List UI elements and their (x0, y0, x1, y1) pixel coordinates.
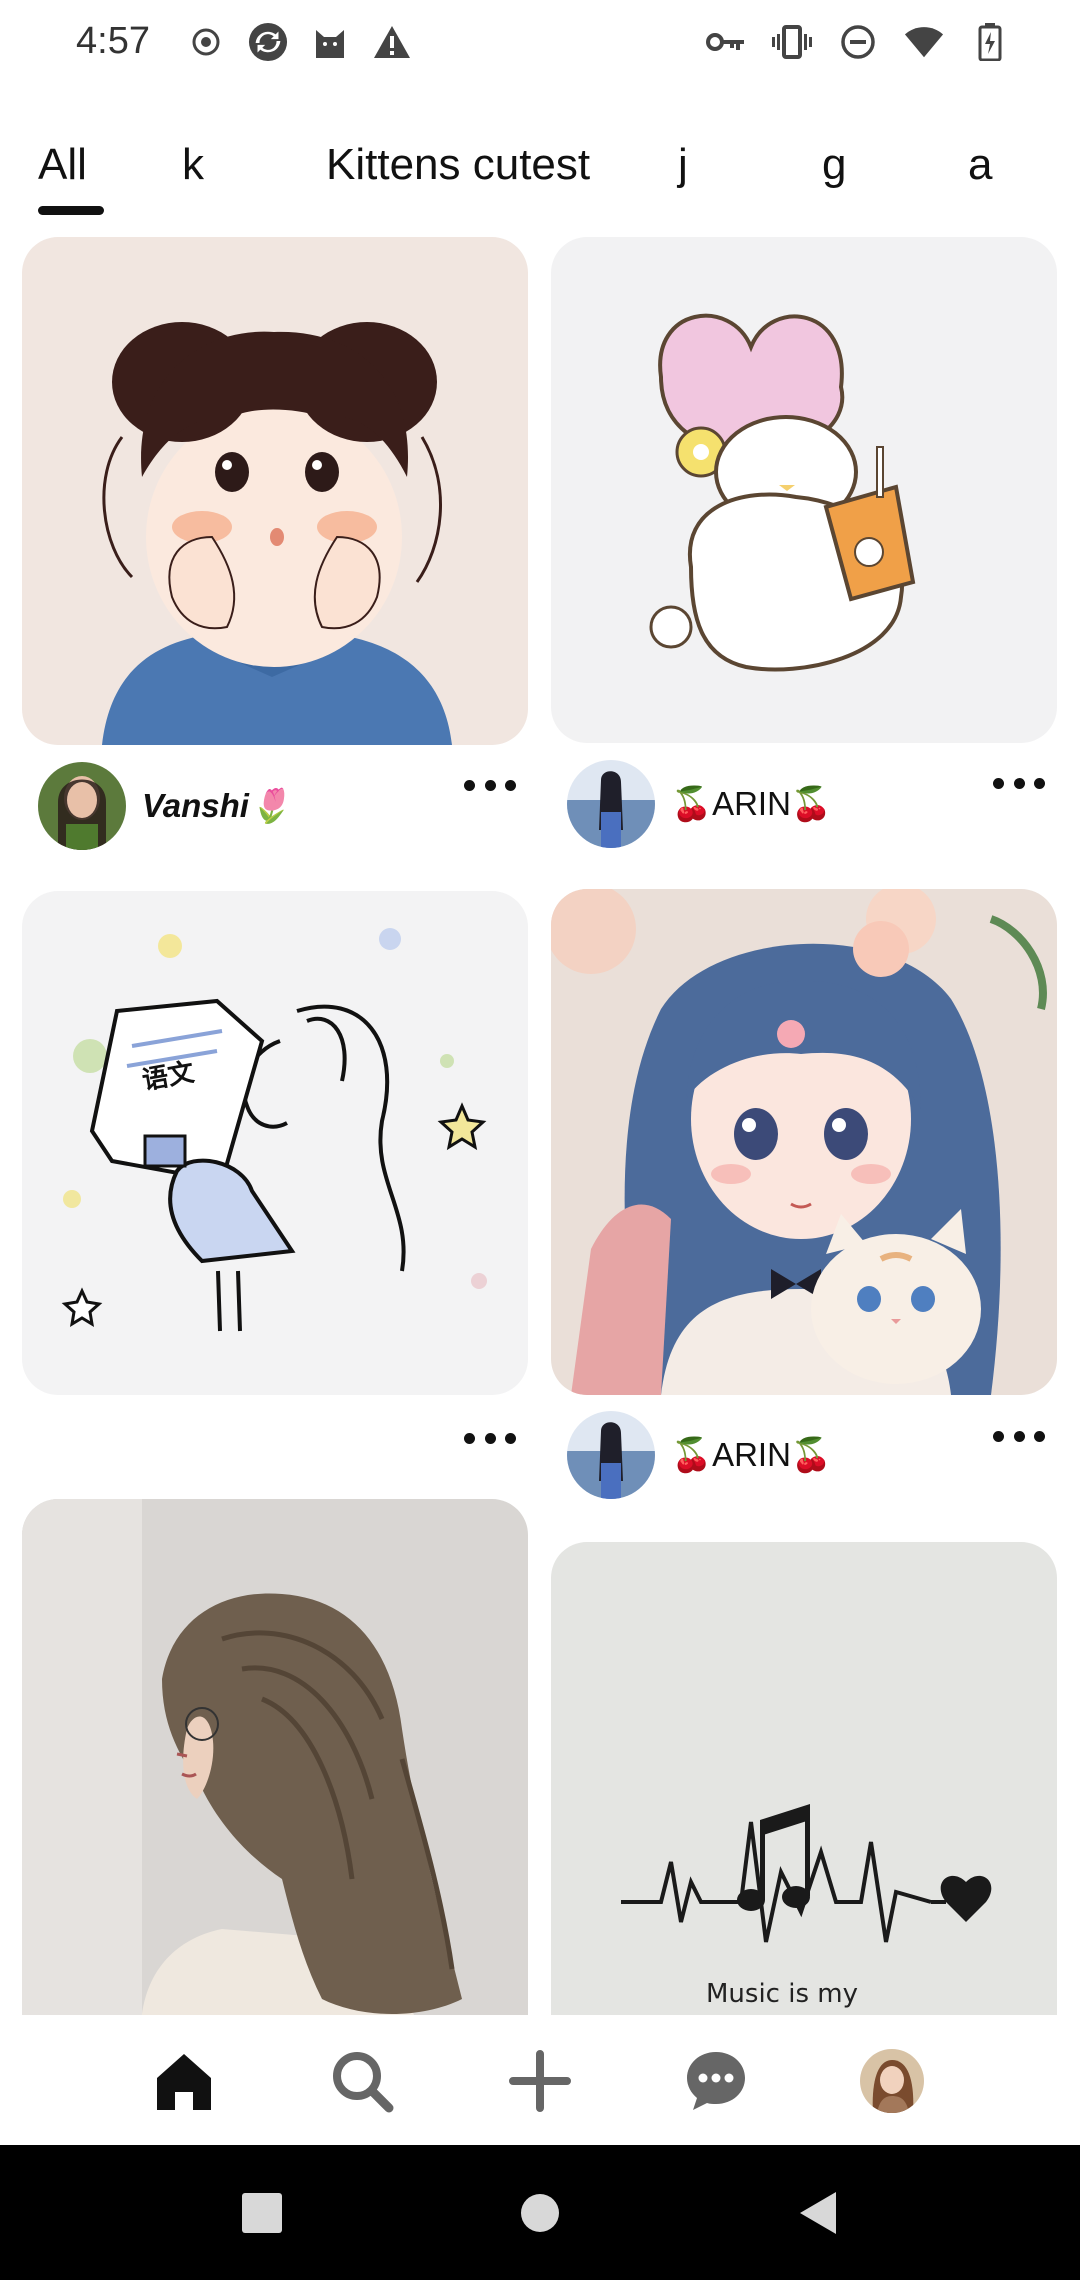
selected-tab-indicator (38, 206, 104, 215)
author-avatar[interactable] (38, 762, 126, 850)
vibrate-icon (772, 22, 812, 62)
warning-icon (372, 22, 412, 62)
sketch-caption: Music is my (706, 1979, 858, 2009)
back-button[interactable] (790, 2185, 846, 2241)
tab-all[interactable]: All (38, 140, 87, 190)
author-name[interactable]: 🍒ARIN🍒 (671, 1436, 832, 1475)
pin-author-row[interactable]: Vanshi🌷 (38, 762, 290, 850)
status-time: 4:57 (76, 20, 150, 62)
sync-icon (248, 22, 288, 62)
pin-music-heartbeat[interactable]: Music is my (551, 1542, 1057, 2015)
wifi-icon (904, 22, 944, 62)
pin-hair-photo[interactable] (22, 1499, 528, 2015)
tab-k[interactable]: k (182, 140, 204, 190)
author-avatar[interactable] (567, 1411, 655, 1499)
search-icon[interactable] (326, 2045, 398, 2117)
create-icon[interactable] (504, 2045, 576, 2117)
more-options-button[interactable] (993, 771, 1045, 795)
pin-girl-buns[interactable] (22, 237, 528, 745)
author-name[interactable]: 🍒ARIN🍒 (671, 785, 832, 824)
pin-study-girl[interactable]: 语文 (22, 891, 528, 1395)
pin-anime-girl-cat[interactable] (551, 889, 1057, 1395)
system-navigation-bar (0, 2145, 1080, 2280)
more-options-button[interactable] (464, 773, 516, 797)
home-button[interactable] (512, 2185, 568, 2241)
tab-j[interactable]: j (678, 140, 688, 190)
status-bar: 4:57 (0, 0, 1080, 90)
battery-charging-icon (970, 22, 1010, 62)
pin-author-row[interactable]: 🍒ARIN🍒 (567, 1411, 832, 1499)
bottom-navigation (0, 2015, 1080, 2145)
more-options-button[interactable] (464, 1426, 516, 1450)
pin-bunny-boba[interactable] (551, 237, 1057, 743)
cat-icon (310, 22, 350, 62)
vpn-key-icon (706, 22, 746, 62)
board-tabs: All k Kittens cutest j g a (0, 140, 1080, 220)
tab-a[interactable]: a (968, 140, 992, 190)
tab-kittens-cutest[interactable]: Kittens cutest (326, 140, 590, 190)
recent-apps-button[interactable] (234, 2185, 290, 2241)
author-avatar[interactable] (567, 760, 655, 848)
record-icon (186, 22, 226, 62)
messages-icon[interactable] (680, 2045, 752, 2117)
author-name[interactable]: Vanshi🌷 (142, 787, 290, 826)
more-options-button[interactable] (993, 1424, 1045, 1448)
pin-feed[interactable]: Vanshi🌷 🍒ARIN🍒 语文 🍒ARIN🍒 Music is my (0, 235, 1080, 2015)
profile-avatar[interactable] (856, 2045, 928, 2117)
home-icon[interactable] (148, 2045, 220, 2117)
do-not-disturb-icon (838, 22, 878, 62)
tab-g[interactable]: g (822, 140, 846, 190)
pin-author-row[interactable]: 🍒ARIN🍒 (567, 760, 832, 848)
